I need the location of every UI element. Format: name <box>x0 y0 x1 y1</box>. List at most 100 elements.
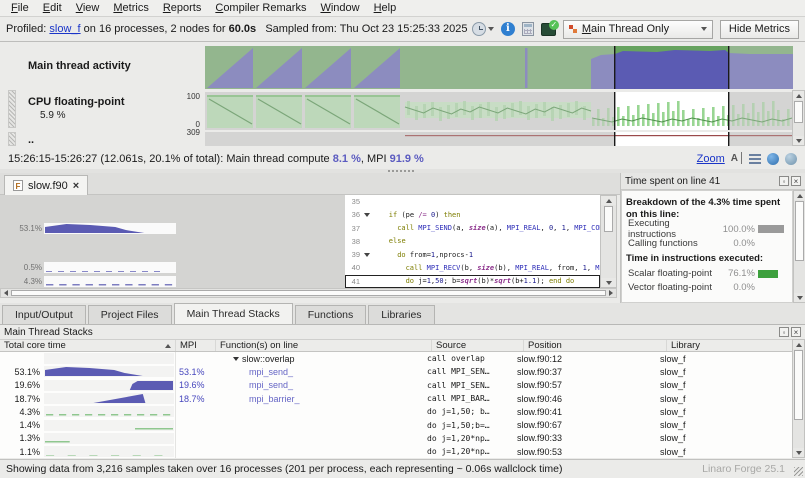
memory-usage-chart[interactable] <box>205 132 793 146</box>
position-cell: slow.f90:57 <box>517 380 660 390</box>
stacks-vscrollbar[interactable] <box>792 339 805 458</box>
tab-main-thread-stacks[interactable]: Main Thread Stacks <box>174 303 293 324</box>
zoom-link[interactable]: Zoom <box>697 153 725 165</box>
metric-name: Scalar floating-point <box>626 268 719 279</box>
close-icon[interactable]: × <box>791 327 801 337</box>
menu-item-compiler-remarks[interactable]: Compiler Remarks <box>208 1 313 15</box>
program-link[interactable]: slow_f <box>49 23 80 35</box>
close-icon[interactable]: × <box>791 176 801 186</box>
table-row[interactable]: 1.3%do j=1,20*np…slow.f90:33slow_f <box>0 432 792 445</box>
code-editor[interactable]: 3536if (pe /= 0) then53.1%37call MPI_SEN… <box>0 195 600 288</box>
resize-grip[interactable] <box>794 467 803 476</box>
position-cell: slow.f90:33 <box>517 433 660 443</box>
tab-functions[interactable]: Functions <box>295 305 367 324</box>
detach-panel-icon[interactable]: ◦ <box>779 176 789 186</box>
code-line-39[interactable]: 39do from=1,nprocs-1 <box>0 248 600 261</box>
table-row[interactable]: 1.1%do j=1,20*np…slow.f90:53slow_f <box>0 445 792 458</box>
table-row[interactable]: 18.7%18.7%mpi_barrier_call MPI_BAR…slow.… <box>0 392 792 405</box>
menu-item-window[interactable]: Window <box>313 1 366 15</box>
scroll-down-icon[interactable] <box>601 278 616 287</box>
table-row[interactable]: 1.4%do j=1,50;b=…slow.f90:67slow_f <box>0 418 792 431</box>
scroll-up-icon[interactable] <box>793 91 804 100</box>
code-line-40[interactable]: 0.5%40call MPI_RECV(b, size(b), MPI_REAL… <box>0 261 600 274</box>
column-header-source[interactable]: Source <box>432 340 524 351</box>
library-cell: slow_f <box>660 354 792 364</box>
scroll-left-icon[interactable] <box>4 290 8 296</box>
time-range-status: 15:26:15-15:26:27 (12.061s, 20.1% of tot… <box>0 148 805 169</box>
menu-item-metrics[interactable]: Metrics <box>106 1 155 15</box>
scrollbar-thumb[interactable] <box>11 290 606 296</box>
scrollbar-thumb[interactable] <box>604 206 613 232</box>
scroll-up-icon[interactable] <box>793 340 804 349</box>
code-line-38[interactable]: 38else <box>0 235 600 248</box>
editor-vscrollbar[interactable] <box>600 195 617 288</box>
library-cell: slow_f <box>660 367 792 377</box>
node-status-icon[interactable]: ✓ <box>541 23 556 36</box>
tab-libraries[interactable]: Libraries <box>368 305 434 324</box>
column-header-mpi[interactable]: MPI <box>176 340 216 351</box>
scroll-up-icon[interactable] <box>601 196 616 205</box>
tab-slow-f90[interactable]: F slow.f90 × <box>4 175 88 195</box>
code-line-35[interactable]: 35 <box>0 195 600 208</box>
scroll-down-icon[interactable] <box>794 293 805 302</box>
metric-list-icon[interactable] <box>749 154 761 164</box>
fold-icon[interactable] <box>362 213 372 217</box>
time-display-button[interactable] <box>472 22 494 36</box>
detach-panel-icon[interactable]: ◦ <box>779 327 789 337</box>
hide-metrics-button[interactable]: Hide Metrics <box>720 20 799 39</box>
scrollbar-thumb[interactable] <box>794 101 803 123</box>
column-header-position[interactable]: Position <box>524 340 667 351</box>
menu-item-view[interactable]: View <box>69 1 107 15</box>
code-text: if (pe /= 0) then <box>372 211 460 219</box>
column-header-function-s-on-line[interactable]: Function(s) on line <box>216 340 432 351</box>
metrics-scrollbar[interactable] <box>792 90 805 146</box>
tab-project-files[interactable]: Project Files <box>88 305 172 324</box>
table-row[interactable]: slow::overlapcall overlapslow.f90:12slow… <box>0 352 792 365</box>
code-line-41[interactable]: 4.3%41do j=1,50; b=sqrt(b)*sqrt(b+1.1); … <box>0 275 600 288</box>
scroll-down-icon[interactable] <box>793 448 804 457</box>
menu-item-reports[interactable]: Reports <box>156 1 209 15</box>
cpu-floating-point-chart[interactable] <box>205 92 793 130</box>
thread-view-selector[interactable]: Main Thread Only <box>563 20 713 39</box>
map-profiler-window: FileEditViewMetricsReportsCompiler Remar… <box>0 0 805 478</box>
expand-icon[interactable] <box>233 357 239 361</box>
stacks-table-header: Total core timeMPIFunction(s) on lineSou… <box>0 339 805 352</box>
reset-view-icon[interactable] <box>785 153 797 165</box>
scroll-up-icon[interactable] <box>794 191 805 200</box>
help-sphere-icon[interactable] <box>767 153 779 165</box>
metric-drag-handle[interactable] <box>8 132 16 146</box>
scroll-down-icon[interactable] <box>793 136 804 145</box>
panel-vscrollbar[interactable] <box>793 190 805 303</box>
total-core-time-bar <box>44 353 174 364</box>
scrollbar-thumb[interactable] <box>794 350 803 420</box>
scrollbar-thumb[interactable] <box>795 201 804 261</box>
profiled-prefix: Profiled: <box>6 23 46 35</box>
scroll-right-icon[interactable] <box>609 290 613 296</box>
tab-input-output[interactable]: Input/Output <box>2 305 86 324</box>
metric-drag-handle[interactable] <box>8 90 16 128</box>
metric-bar <box>758 239 788 247</box>
code-line-37[interactable]: 53.1%37call MPI_SEND(a, size(a), MPI_REA… <box>0 222 600 235</box>
info-icon[interactable]: i <box>501 22 515 36</box>
column-header-total-core-time[interactable]: Total core time <box>0 340 176 351</box>
fold-icon[interactable] <box>362 253 372 257</box>
close-icon[interactable]: × <box>73 180 79 192</box>
menu-item-edit[interactable]: Edit <box>36 1 69 15</box>
table-row[interactable]: 53.1%53.1%mpi_send_call MPI_SEN…slow.f90… <box>0 365 792 378</box>
total-core-time-label: 19.6% <box>0 380 42 390</box>
column-header-library[interactable]: Library <box>667 340 805 351</box>
metric-name: Vector floating-point <box>626 282 719 293</box>
table-row[interactable]: 19.6%19.6%mpi_send_call MPI_SEN…slow.f90… <box>0 379 792 392</box>
total-core-time-label: 1.3% <box>0 433 42 443</box>
main-thread-activity-chart[interactable] <box>205 46 793 89</box>
table-row[interactable]: 4.3%do j=1,50; b…slow.f90:41slow_f <box>0 405 792 418</box>
code-line-36[interactable]: 36if (pe /= 0) then <box>0 208 600 221</box>
select-text-icon[interactable]: A <box>731 153 743 164</box>
source-cell: call MPI_SEN… <box>427 367 517 376</box>
panel-heading: Breakdown of the 4.3% time spent on this… <box>626 197 788 220</box>
editor-hscrollbar[interactable] <box>0 288 617 298</box>
menu-item-file[interactable]: File <box>4 1 36 15</box>
menu-item-help[interactable]: Help <box>367 1 404 15</box>
calculator-icon[interactable] <box>522 22 534 36</box>
total-core-time-label: 4.3% <box>0 407 42 417</box>
